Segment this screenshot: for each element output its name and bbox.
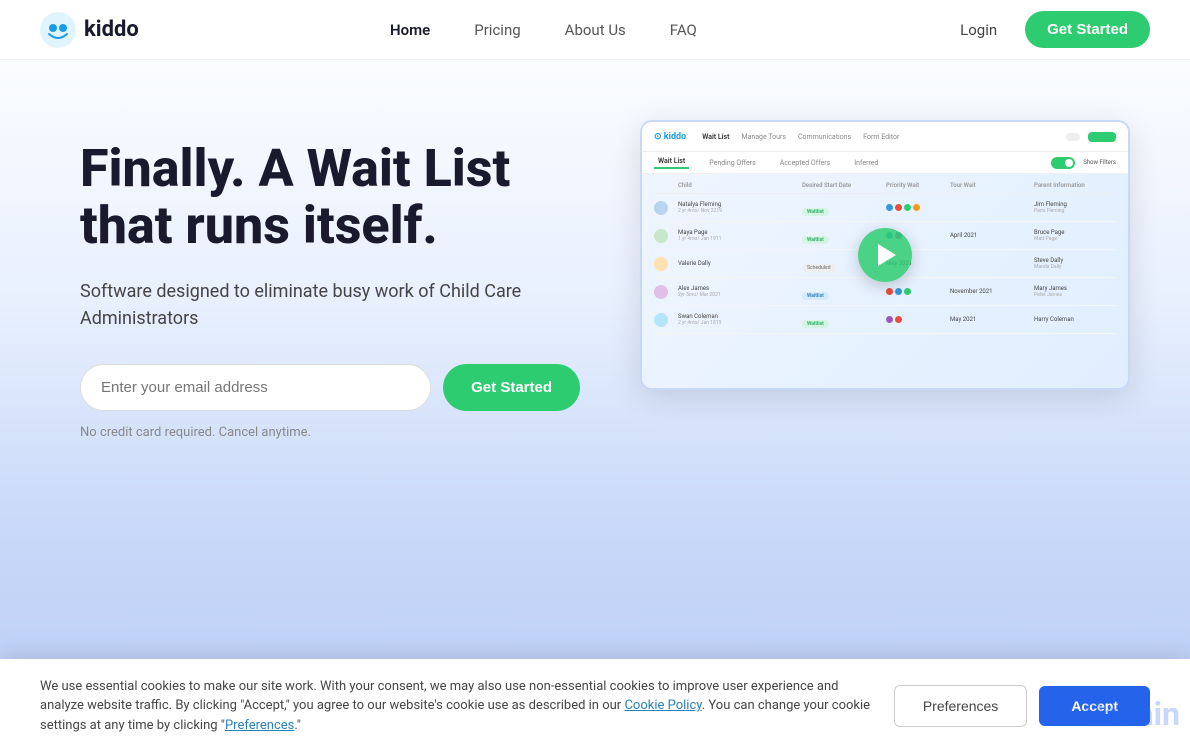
mock-nav-tours: Manage Tours xyxy=(741,133,786,141)
mock-tab-waitlist: Wait List xyxy=(654,157,689,169)
no-credit-card-text: No credit card required. Cancel anytime. xyxy=(80,425,580,440)
kiddo-logo-icon xyxy=(40,12,76,48)
hero-section: Finally. A Wait List that runs itself. S… xyxy=(0,60,1190,480)
preferences-button[interactable]: Preferences xyxy=(894,685,1027,727)
mock-avatar xyxy=(654,229,668,243)
nav-get-started-button[interactable]: Get Started xyxy=(1025,11,1150,48)
mock-cell-parent: Mary James Peter James xyxy=(1034,285,1128,298)
nav-about[interactable]: About Us xyxy=(547,13,644,47)
mock-dot xyxy=(886,288,893,295)
mock-cell-parent: Harry Coleman xyxy=(1034,316,1128,323)
mock-badge: Waitlist xyxy=(802,236,829,244)
mock-cell-parent: Steve Dally Manda Dally xyxy=(1034,257,1128,270)
play-triangle-icon xyxy=(878,244,896,266)
logo-link[interactable]: kiddo xyxy=(40,12,139,48)
mock-dot xyxy=(913,204,920,211)
mock-app-header: ⊙ kiddo Wait List Manage Tours Communica… xyxy=(642,122,1128,152)
hero-title: Finally. A Wait List that runs itself. xyxy=(80,140,580,254)
mock-action-button xyxy=(1088,132,1116,142)
nav-pricing[interactable]: Pricing xyxy=(456,13,538,47)
cookie-policy-link[interactable]: Cookie Policy xyxy=(624,698,701,713)
mock-th-child: Child xyxy=(678,182,798,189)
mock-badge: Waitlist xyxy=(802,292,829,300)
hero-right: ⊙ kiddo Wait List Manage Tours Communica… xyxy=(640,120,1130,390)
mock-th-priority: Priority Wait xyxy=(886,182,946,189)
email-input[interactable] xyxy=(80,364,431,411)
mock-sub-tabs: Wait List Pending Offers Accepted Offers… xyxy=(642,152,1128,174)
cookie-text: We use essential cookies to make our sit… xyxy=(40,677,874,736)
mock-cell-name: Valerie Dally xyxy=(678,260,798,267)
mock-dot xyxy=(886,204,893,211)
mock-filter-label: Show Filters xyxy=(1083,159,1116,166)
app-screenshot: ⊙ kiddo Wait List Manage Tours Communica… xyxy=(640,120,1130,390)
mock-cell-date: April 2021 xyxy=(950,232,1030,239)
hero-form: Get Started xyxy=(80,364,580,411)
accept-button[interactable]: Accept xyxy=(1039,686,1150,726)
mock-th-date: Desired Start Date xyxy=(802,182,882,189)
mock-dot xyxy=(895,316,902,323)
mock-th-tourwait: Tour Wait xyxy=(950,182,1030,189)
mock-badge-waitlist: Waitlist xyxy=(802,208,829,216)
mock-avatar xyxy=(654,313,668,327)
mock-nav-comms: Communications xyxy=(798,133,851,141)
cookie-text-end: ." xyxy=(294,718,301,733)
mock-badge: Waitlist xyxy=(802,320,829,328)
mock-avatar xyxy=(654,201,668,215)
mock-badge-scheduled: Scheduled xyxy=(802,264,836,272)
mock-dot xyxy=(904,288,911,295)
mock-tab-accepted: Accepted Offers xyxy=(776,159,835,167)
nav-links: Home Pricing About Us FAQ xyxy=(372,13,715,47)
mock-cell-parent: Jim Fleming Paris Fleming xyxy=(1034,201,1128,214)
mock-search-icon xyxy=(1066,133,1080,141)
mock-avatar xyxy=(654,285,668,299)
mock-filter-toggle xyxy=(1051,157,1075,169)
navigation: kiddo Home Pricing About Us FAQ Login Ge… xyxy=(0,0,1190,60)
mock-header-right xyxy=(1066,132,1116,142)
mock-table-header: Child Desired Start Date Priority Wait T… xyxy=(654,178,1116,194)
cookie-buttons: Preferences Accept xyxy=(894,685,1150,727)
mock-th-parent: Parent Information xyxy=(1034,182,1128,189)
mock-avatar xyxy=(654,257,668,271)
mock-dots xyxy=(886,316,946,323)
nav-home[interactable]: Home xyxy=(372,13,448,47)
mock-dots xyxy=(886,204,946,211)
mock-cell-name: Maya Page 1 yr 4mo/ Jan 1911 xyxy=(678,229,798,242)
table-row: Natalya Fleming 2 yr 4mo/ Nov 2219 Waitl… xyxy=(654,194,1116,222)
mock-tab-right: Show Filters xyxy=(1051,157,1116,169)
table-row: Alex James 2yr 5mo/ Mar 2021 Waitlist No… xyxy=(654,278,1116,306)
nav-right: Login Get Started xyxy=(948,11,1150,48)
preferences-inline-link[interactable]: Preferences xyxy=(225,718,294,733)
mock-cell-name: Alex James 2yr 5mo/ Mar 2021 xyxy=(678,285,798,298)
mock-dot xyxy=(895,204,902,211)
login-link[interactable]: Login xyxy=(948,13,1009,47)
hero-left: Finally. A Wait List that runs itself. S… xyxy=(80,120,580,440)
logo-text: kiddo xyxy=(84,17,139,42)
cookie-banner: We use essential cookies to make our sit… xyxy=(0,659,1190,753)
hero-subtitle: Software designed to eliminate busy work… xyxy=(80,278,580,332)
play-button[interactable] xyxy=(858,228,912,282)
mock-cell-name: Natalya Fleming 2 yr 4mo/ Nov 2219 xyxy=(678,201,798,214)
mock-cell-name: Swan Coleman 2 yr 4mo/ Jan 1819 xyxy=(678,313,798,326)
mock-dots xyxy=(886,288,946,295)
mock-nav-items: Wait List Manage Tours Communications Fo… xyxy=(702,133,899,141)
table-row: Swan Coleman 2 yr 4mo/ Jan 1819 Waitlist… xyxy=(654,306,1116,334)
mock-nav-waitlist: Wait List xyxy=(702,133,729,141)
mock-cell-parent: Bruce Page Matt Page xyxy=(1034,229,1128,242)
mock-dot xyxy=(895,288,902,295)
hero-get-started-button[interactable]: Get Started xyxy=(443,364,580,411)
mock-dot xyxy=(886,316,893,323)
mock-tab-pending: Pending Offers xyxy=(705,159,759,167)
mock-logo: ⊙ kiddo xyxy=(654,132,686,142)
mock-dot xyxy=(904,204,911,211)
mock-nav-forms: Form Editor xyxy=(863,133,899,141)
nav-faq[interactable]: FAQ xyxy=(652,13,715,47)
mock-th-check xyxy=(654,182,674,189)
mock-tab-inferred: Inferred xyxy=(850,159,882,167)
